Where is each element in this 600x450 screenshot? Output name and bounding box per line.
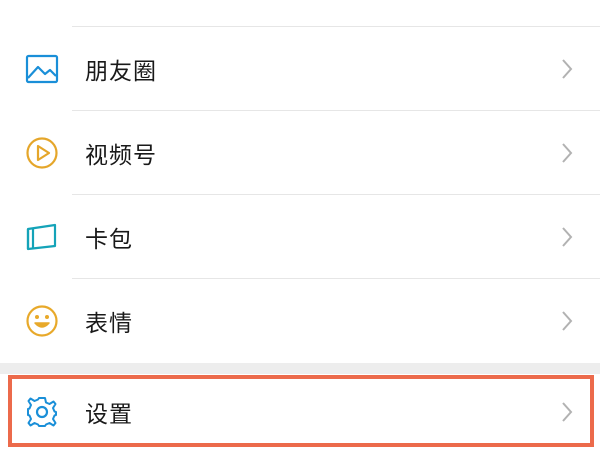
chevron-right-icon	[560, 310, 574, 332]
chevron-right-icon	[560, 58, 574, 80]
settings-group: 设置	[0, 374, 600, 450]
menu-item-label: 朋友圈	[85, 59, 157, 85]
menu-item-label: 设置	[85, 402, 133, 428]
menu-item-stickers[interactable]: 表情	[0, 279, 600, 363]
gear-icon	[24, 394, 60, 430]
menu-item-label: 表情	[85, 311, 133, 337]
menu-group: 朋友圈 视频号 卡包 表情	[0, 27, 600, 363]
menu-item-label: 卡包	[85, 227, 133, 253]
smiley-face-icon	[24, 303, 60, 339]
menu-item-channels[interactable]: 视频号	[0, 111, 600, 195]
menu-item-settings[interactable]: 设置	[0, 374, 600, 450]
menu-item-moments[interactable]: 朋友圈	[0, 27, 600, 111]
channels-play-icon	[24, 135, 60, 171]
menu-item-label: 视频号	[85, 143, 157, 169]
menu-item-card-wallet[interactable]: 卡包	[0, 195, 600, 279]
card-wallet-icon	[24, 219, 60, 255]
chevron-right-icon	[560, 401, 574, 423]
moments-image-icon	[24, 51, 60, 87]
chevron-right-icon	[560, 142, 574, 164]
previous-row-remnant	[0, 0, 600, 27]
chevron-right-icon	[560, 226, 574, 248]
wechat-me-screen: 朋友圈 视频号 卡包 表情 设置	[0, 0, 600, 450]
